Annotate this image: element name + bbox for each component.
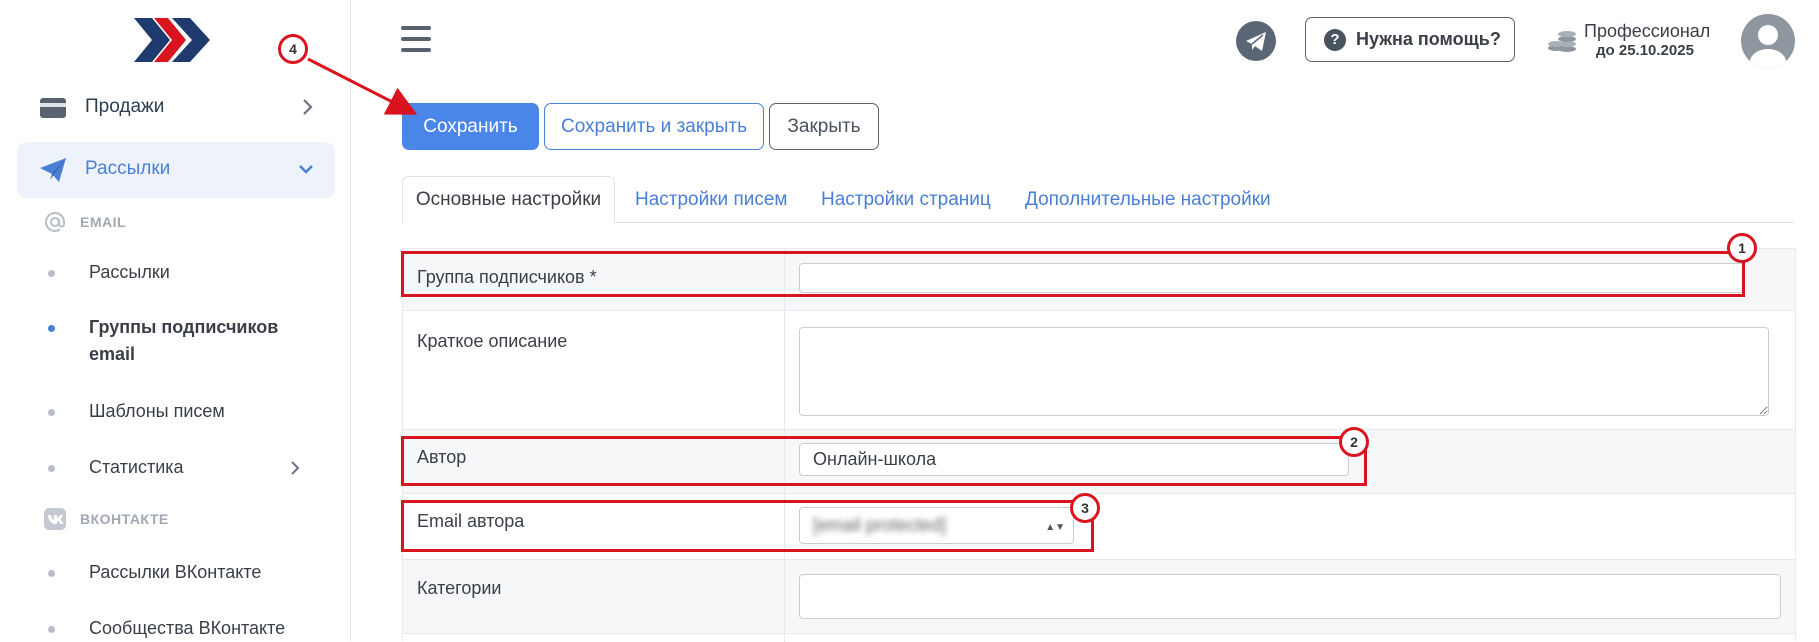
- sidebar-subitem-mailings[interactable]: Рассылки: [89, 259, 170, 286]
- vk-icon: [44, 508, 66, 530]
- chevron-right-icon: [291, 461, 300, 475]
- menu-toggle-button[interactable]: [401, 26, 431, 52]
- user-icon: [1750, 25, 1786, 68]
- help-button[interactable]: ? Нужна помощь?: [1305, 17, 1515, 62]
- annotation-marker-1: 1: [1727, 233, 1757, 263]
- annotation-box-2: [401, 436, 1367, 486]
- credit-card-icon: [40, 98, 66, 118]
- bullet-dot: [48, 570, 55, 577]
- bullet-dot: [48, 409, 55, 416]
- telegram-icon: [1246, 32, 1266, 51]
- description-label: Краткое описание: [417, 331, 568, 351]
- form-row-description: Краткое описание: [403, 310, 1795, 430]
- plan-name: Профессионал: [1584, 21, 1711, 41]
- categories-input[interactable]: [799, 574, 1781, 619]
- tab-main-settings[interactable]: Основные настройки: [402, 176, 615, 223]
- hamburger-icon-bar: [401, 26, 431, 30]
- chevron-down-icon: [299, 165, 313, 174]
- coins-icon: [1548, 31, 1576, 52]
- annotation-marker-3: 3: [1070, 493, 1100, 523]
- sidebar-item-label: Продажи: [85, 96, 165, 117]
- section-title-email: EMAIL: [44, 211, 126, 233]
- tab-email-settings[interactable]: Настройки писем: [635, 176, 787, 223]
- section-title-label: ВКОНТАКТЕ: [80, 511, 169, 527]
- question-icon: ?: [1324, 28, 1346, 51]
- telegram-button[interactable]: [1236, 21, 1276, 61]
- tab-page-settings[interactable]: Настройки страниц: [821, 176, 991, 223]
- logo[interactable]: [132, 16, 212, 64]
- sidebar-subitem-vk-communities[interactable]: Сообщества ВКонтакте: [89, 615, 285, 642]
- categories-label: Категории: [417, 578, 502, 598]
- bullet-dot: [48, 626, 55, 633]
- chevron-right-icon: [303, 99, 313, 115]
- sidebar-item-sales[interactable]: Продажи: [17, 80, 335, 136]
- avatar[interactable]: [1741, 14, 1795, 68]
- section-title-vk: ВКОНТАКТЕ: [44, 508, 169, 530]
- annotation-marker-2: 2: [1339, 427, 1369, 457]
- bullet-dot-active: [48, 325, 55, 332]
- sidebar-item-mailings[interactable]: Рассылки: [17, 142, 335, 198]
- bullet-dot: [48, 270, 55, 277]
- hamburger-icon-bar: [401, 48, 431, 52]
- bullet-dot: [48, 465, 55, 472]
- paper-plane-icon: [40, 158, 66, 182]
- sidebar: Продажи Рассылки EMAIL Рассылки Группы п…: [0, 0, 351, 641]
- section-title-label: EMAIL: [80, 214, 127, 230]
- save-button[interactable]: Сохранить: [402, 103, 539, 150]
- annotation-box-1: [401, 251, 1745, 297]
- sidebar-subitem-subscriber-groups[interactable]: Группы подписчиков email: [89, 314, 309, 368]
- at-sign-icon: [45, 212, 65, 232]
- label-cell: [403, 311, 785, 430]
- sidebar-subitem-statistics[interactable]: Статистика: [89, 454, 184, 481]
- annotation-box-3: [401, 500, 1094, 552]
- help-button-label: Нужна помощь?: [1356, 29, 1501, 49]
- sidebar-subitem-templates[interactable]: Шаблоны писем: [89, 398, 225, 425]
- tab-additional-settings[interactable]: Дополнительные настройки: [1025, 176, 1271, 223]
- form-row-categories: Категории: [403, 559, 1795, 634]
- plan-expiry: до 25.10.2025: [1596, 42, 1694, 59]
- save-and-close-button[interactable]: Сохранить и закрыть: [544, 103, 764, 150]
- sidebar-subitem-vk-mailings[interactable]: Рассылки ВКонтакте: [89, 559, 261, 586]
- description-textarea[interactable]: [799, 327, 1769, 416]
- close-button[interactable]: Закрыть: [769, 103, 879, 150]
- annotation-marker-4: 4: [278, 34, 308, 64]
- sidebar-item-label: Рассылки: [85, 158, 171, 179]
- hamburger-icon-bar: [401, 37, 431, 41]
